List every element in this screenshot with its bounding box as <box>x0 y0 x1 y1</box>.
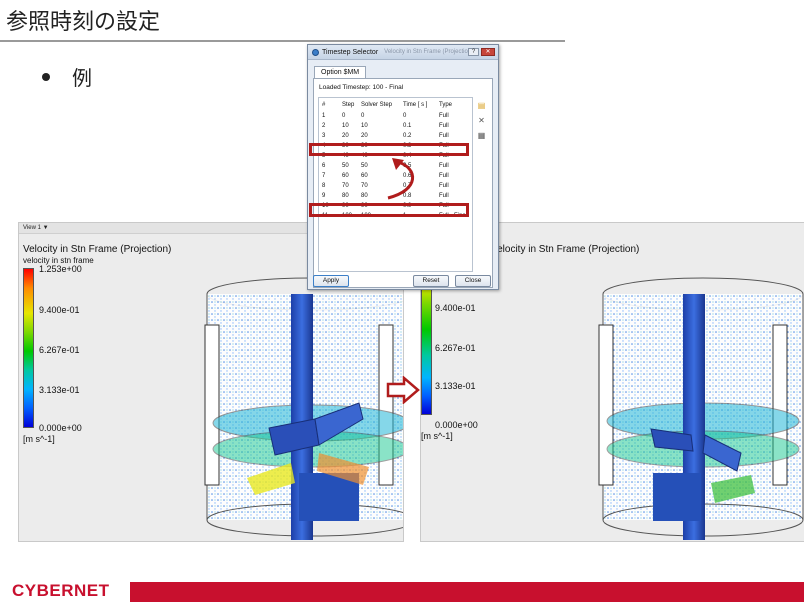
table-row[interactable]: 3 20 20 0.2 Full <box>319 132 472 142</box>
curved-arrow-icon <box>387 158 415 200</box>
table-cell: 0 <box>403 113 407 119</box>
slide-title: 参照時刻の設定 <box>6 10 161 35</box>
table-row[interactable]: 2 10 10 0.1 Full <box>319 122 472 132</box>
col-header: Solver Step <box>361 102 393 108</box>
table-cell: 50 <box>342 163 349 169</box>
tab-option[interactable]: Option $MM <box>314 66 367 78</box>
table-cell: 80 <box>361 193 368 199</box>
loaded-timestep-label: Loaded Timestep: 100 - Final <box>319 84 404 91</box>
table-cell: 70 <box>342 183 349 189</box>
table-cell: 3 <box>322 133 326 139</box>
table-cell: 10 <box>342 123 349 129</box>
title-divider <box>0 40 565 42</box>
table-cell: 2 <box>322 123 326 129</box>
table-cell: Full <box>439 123 449 129</box>
table-cell: 70 <box>361 183 368 189</box>
table-cell: 50 <box>361 163 368 169</box>
table-cell: Full <box>439 133 449 139</box>
table-cell: 0 <box>361 113 365 119</box>
table-cell: 9 <box>322 193 326 199</box>
dialog-titlebar[interactable]: Timestep Selector Velocity in Stn Frame … <box>308 45 498 60</box>
table-cell: 60 <box>361 173 368 179</box>
reset-button[interactable]: Reset <box>413 275 449 287</box>
close-button[interactable]: Close <box>455 275 491 287</box>
delete-icon[interactable]: ✕ <box>477 116 486 125</box>
dialog-title: Timestep Selector <box>322 48 379 56</box>
table-cell: 20 <box>342 133 349 139</box>
table-cell: 0 <box>342 113 346 119</box>
table-cell: 8 <box>322 183 326 189</box>
bullet-item: 例 <box>42 62 92 91</box>
table-cell: Full <box>439 113 449 119</box>
table-cell: 0.2 <box>403 133 412 139</box>
table-cell: Full <box>439 173 449 179</box>
apply-button[interactable]: Apply <box>313 275 349 287</box>
app-icon <box>312 48 319 56</box>
table-row[interactable]: 1 0 0 0 Full <box>319 112 472 122</box>
table-cell: 10 <box>361 123 368 129</box>
col-header: Time [ s ] <box>403 102 428 108</box>
dialog-ghost-title: Velocity in Stn Frame (Projection) <box>384 49 474 55</box>
table-cell: 80 <box>342 193 349 199</box>
table-cell: 7 <box>322 173 326 179</box>
table-cell: 60 <box>342 173 349 179</box>
table-cell: 20 <box>361 133 368 139</box>
table-cell: 6 <box>322 163 326 169</box>
bullet-dot-icon <box>42 72 50 81</box>
table-cell: 1 <box>322 113 326 119</box>
table-cell: Full <box>439 183 449 189</box>
bullet-text: 例 <box>72 66 92 90</box>
window-close-button[interactable]: ✕ <box>481 48 495 56</box>
col-header: Step <box>342 102 355 108</box>
transition-arrow-icon <box>386 376 420 404</box>
table-icon[interactable]: ▦ <box>477 131 486 140</box>
brand-logo: CYBERNET <box>12 581 110 600</box>
table-cell: 0.1 <box>403 123 412 129</box>
open-folder-icon[interactable]: ▤ <box>477 101 486 110</box>
table-header: # Step Solver Step Time [ s ] Type <box>319 101 472 111</box>
col-header: # <box>322 102 326 108</box>
col-header: Type <box>439 102 453 108</box>
table-cell: Full <box>439 163 449 169</box>
table-cell: Full <box>439 193 449 199</box>
help-button[interactable]: ? <box>468 48 479 56</box>
